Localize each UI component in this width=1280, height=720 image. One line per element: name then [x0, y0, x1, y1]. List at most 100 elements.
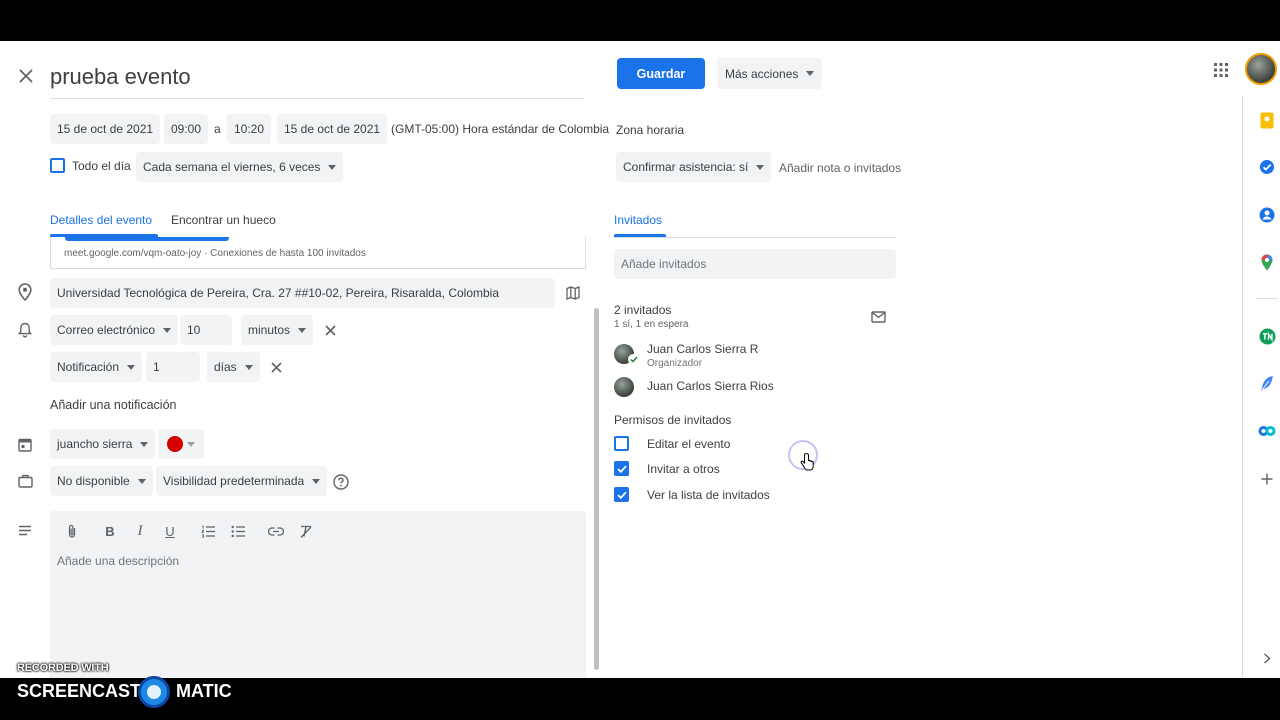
meet-join-bar[interactable] [65, 237, 229, 241]
italic-icon[interactable]: I [131, 522, 149, 540]
addon-tn-icon[interactable] [1257, 326, 1277, 346]
watermark-brand-right: MATIC [176, 681, 232, 701]
end-date-text: 15 de oct de 2021 [284, 122, 381, 136]
add-guests-placeholder: Añade invitados [621, 257, 707, 271]
timezone-link[interactable]: Zona horaria [616, 123, 684, 137]
top-black-bar [0, 0, 1280, 41]
close-icon[interactable] [16, 66, 36, 86]
end-time-chip[interactable]: 10:20 [227, 114, 272, 144]
remove-notification-1-icon[interactable] [322, 322, 338, 338]
side-panel-separator [1256, 298, 1278, 299]
guest-1-name[interactable]: Juan Carlos Sierra R [647, 342, 758, 356]
chevron-down-icon [806, 71, 815, 76]
calendar-name: juancho sierra [57, 437, 133, 451]
maps-icon[interactable] [1257, 252, 1277, 272]
end-date-chip[interactable]: 15 de oct de 2021 [277, 114, 388, 144]
location-input[interactable]: Universidad Tecnológica de Pereira, Cra.… [50, 278, 555, 308]
chevron-down-icon [328, 164, 337, 170]
description-placeholder: Añade una descripción [57, 554, 180, 568]
notification-1-amount: 10 [187, 323, 201, 337]
notification-1-unit-dropdown[interactable]: minutos [241, 315, 314, 345]
help-icon[interactable] [332, 473, 350, 491]
notification-2-amount-input[interactable]: 1 [146, 352, 200, 382]
event-title-input[interactable]: prueba evento [50, 61, 584, 99]
link-icon[interactable] [267, 522, 285, 540]
remove-notification-2-icon[interactable] [268, 359, 284, 375]
all-day-label: Todo el día [72, 159, 131, 173]
accepted-check-icon [628, 354, 639, 365]
rsvp-text: Confirmar asistencia: sí [623, 160, 749, 174]
underline-icon[interactable]: U [161, 522, 179, 540]
guest-rsvp-summary: 1 sí, 1 en espera [614, 319, 689, 330]
bottom-black-bar: SCREENCAST MATIC [0, 676, 1280, 720]
event-color-swatch [167, 436, 183, 452]
calendar-icon [16, 435, 34, 453]
all-day-checkbox[interactable] [50, 158, 65, 173]
notification-1-type: Correo electrónico [57, 323, 156, 337]
hand-cursor-icon [798, 451, 816, 473]
addon-feather-icon[interactable] [1257, 373, 1277, 393]
contacts-icon[interactable] [1257, 205, 1277, 225]
timezone-text[interactable]: (GMT-05:00) Hora estándar de Colombia [391, 122, 609, 136]
addon-webex-icon[interactable] [1257, 421, 1277, 441]
chevron-down-icon [140, 441, 149, 447]
start-date-text: 15 de oct de 2021 [57, 122, 154, 136]
tab-find-time[interactable]: Encontrar un hueco [171, 213, 276, 227]
keep-icon[interactable] [1257, 110, 1277, 130]
bulleted-list-icon[interactable] [229, 522, 247, 540]
notification-2-type-dropdown[interactable]: Notificación [50, 352, 143, 382]
get-addons-icon[interactable] [1257, 469, 1277, 489]
guests-tab-divider [614, 237, 896, 238]
notification-2-unit-dropdown[interactable]: días [207, 352, 260, 382]
watermark-brand-left: SCREENCAST [17, 681, 142, 701]
start-time-text: 09:00 [171, 122, 202, 136]
permission-invite-checkbox[interactable] [614, 461, 629, 476]
details-scrollbar[interactable] [594, 308, 599, 670]
attachment-icon[interactable] [63, 522, 81, 540]
notification-1-unit: minutos [248, 323, 291, 337]
availability-dropdown[interactable]: No disponible [50, 466, 153, 496]
meet-box: meet.google.com/vqm-oato-joy · Conexione… [50, 237, 586, 269]
add-notification-link[interactable]: Añadir una notificación [50, 398, 176, 412]
guest-permissions-title: Permisos de invitados [614, 413, 732, 427]
availability-text: No disponible [57, 474, 130, 488]
notification-1-type-dropdown[interactable]: Correo electrónico [50, 315, 179, 345]
guest-2-avatar [614, 377, 634, 397]
numbered-list-icon[interactable] [199, 522, 217, 540]
chevron-right-icon[interactable] [1257, 648, 1277, 668]
calendar-dropdown[interactable]: juancho sierra [50, 429, 156, 459]
account-avatar[interactable] [1245, 53, 1277, 85]
guest-2-name[interactable]: Juan Carlos Sierra Rios [647, 379, 774, 393]
permission-edit-label: Editar el evento [647, 437, 731, 451]
tasks-icon[interactable] [1257, 157, 1277, 177]
tab-event-details[interactable]: Detalles del evento [50, 213, 152, 227]
start-date-chip[interactable]: 15 de oct de 2021 [50, 114, 161, 144]
email-guests-icon[interactable] [869, 308, 887, 326]
permission-see-list-label: Ver la lista de invitados [647, 488, 770, 502]
chevron-down-icon [127, 364, 136, 370]
add-note-link[interactable]: Añadir nota o invitados [779, 161, 901, 175]
apps-grid-icon[interactable] [1210, 59, 1232, 81]
map-icon[interactable] [565, 285, 581, 301]
bold-icon[interactable]: B [101, 522, 119, 540]
visibility-dropdown[interactable]: Visibilidad predeterminada [156, 466, 328, 496]
more-actions-button[interactable]: Más acciones [717, 58, 823, 89]
side-panel-divider [1242, 96, 1243, 678]
clear-formatting-icon[interactable] [297, 522, 315, 540]
save-button[interactable]: Guardar [617, 58, 705, 89]
rsvp-dropdown[interactable]: Confirmar asistencia: sí [616, 152, 772, 182]
guest-1-role: Organizador [647, 358, 703, 369]
permission-invite-label: Invitar a otros [647, 462, 720, 476]
end-time-text: 10:20 [234, 122, 265, 136]
add-guests-input[interactable]: Añade invitados [614, 249, 896, 279]
tab-guests[interactable]: Invitados [614, 213, 662, 227]
notification-1-amount-input[interactable]: 10 [180, 315, 232, 345]
location-pin-icon [16, 283, 34, 301]
permission-edit-checkbox[interactable] [614, 436, 629, 451]
start-time-chip[interactable]: 09:00 [164, 114, 209, 144]
recurrence-dropdown[interactable]: Cada semana el viernes, 6 veces [136, 152, 344, 182]
permission-see-list-checkbox[interactable] [614, 487, 629, 502]
chevron-down-icon [163, 327, 172, 333]
event-color-dropdown[interactable] [158, 429, 204, 459]
description-icon [16, 521, 34, 539]
